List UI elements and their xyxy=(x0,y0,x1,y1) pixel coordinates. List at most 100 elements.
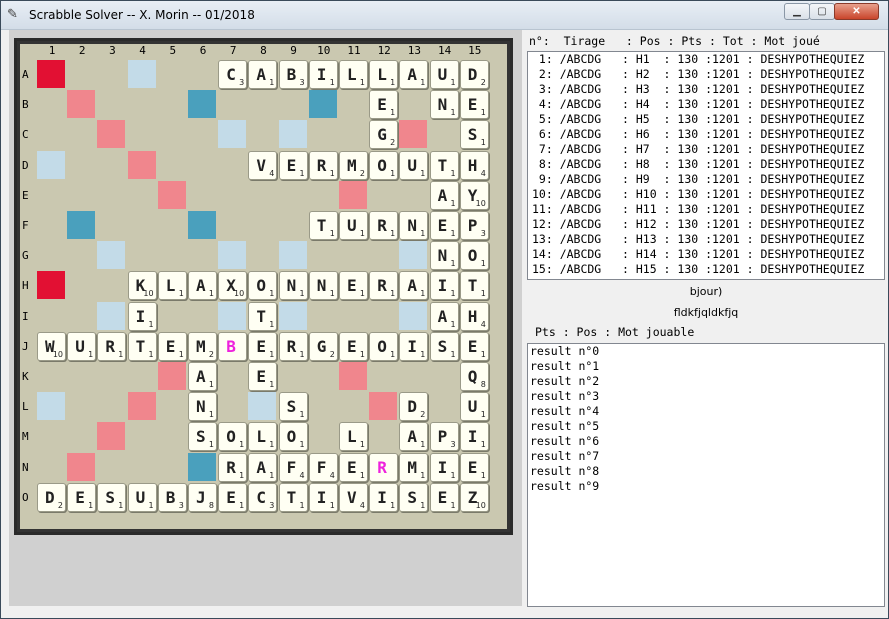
board-square[interactable] xyxy=(97,150,126,179)
board-square[interactable] xyxy=(399,241,428,270)
board-square[interactable] xyxy=(127,392,156,421)
board-square[interactable] xyxy=(157,150,186,179)
board-square[interactable] xyxy=(339,180,367,209)
board-square[interactable] xyxy=(399,180,428,209)
board-square[interactable] xyxy=(308,90,337,119)
board-square[interactable] xyxy=(37,392,65,421)
playable-row[interactable]: result n°3 xyxy=(528,389,884,404)
play-row[interactable]: 3: /ABCDG : H3 : 130 :1201 : DESHYPOTHEQ… xyxy=(528,82,884,97)
board-square[interactable] xyxy=(399,90,428,119)
minimize-button[interactable]: ▁ xyxy=(784,3,810,20)
board-square[interactable] xyxy=(37,452,65,481)
board-square[interactable] xyxy=(188,301,216,330)
play-row[interactable]: 11: /ABCDG : H11 : 130 :1201 : DESHYPOTH… xyxy=(528,202,884,217)
board-square[interactable] xyxy=(37,241,65,270)
board-square[interactable] xyxy=(67,150,96,179)
board-square[interactable] xyxy=(67,120,96,149)
board-square[interactable] xyxy=(157,180,186,209)
board-square[interactable] xyxy=(67,362,96,390)
board-square[interactable] xyxy=(278,362,307,390)
play-row[interactable]: 15: /ABCDG : H15 : 130 :1201 : DESHYPOTH… xyxy=(528,262,884,277)
board-square[interactable] xyxy=(157,241,186,270)
board-square[interactable] xyxy=(37,90,65,119)
board-square[interactable] xyxy=(188,60,216,88)
play-row[interactable]: 2: /ABCDG : H2 : 130 :1201 : DESHYPOTHEQ… xyxy=(528,67,884,82)
play-row[interactable]: 5: /ABCDG : H5 : 130 :1201 : DESHYPOTHEQ… xyxy=(528,112,884,127)
board-square[interactable] xyxy=(218,180,247,209)
play-row[interactable]: 13: /ABCDG : H13 : 130 :1201 : DESHYPOTH… xyxy=(528,232,884,247)
board-square[interactable] xyxy=(97,90,126,119)
board-square[interactable] xyxy=(127,422,156,451)
title-bar[interactable]: ✎ Scrabble Solver -- X. Morin -- 01/2018… xyxy=(1,1,888,30)
board-square[interactable] xyxy=(399,120,428,149)
playable-row[interactable]: result n°8 xyxy=(528,464,884,479)
board-square[interactable] xyxy=(67,422,96,451)
board-square[interactable] xyxy=(218,362,247,390)
board-square[interactable] xyxy=(278,90,307,119)
board-square[interactable] xyxy=(67,301,96,330)
play-row[interactable]: 4: /ABCDG : H4 : 130 :1201 : DESHYPOTHEQ… xyxy=(528,97,884,112)
board-square[interactable] xyxy=(248,211,277,239)
playable-row[interactable]: result n°9 xyxy=(528,479,884,494)
board-square[interactable] xyxy=(429,362,458,390)
play-row[interactable]: 1: /ABCDG : H1 : 130 :1201 : DESHYPOTHEQ… xyxy=(528,52,884,67)
board-square[interactable] xyxy=(97,120,126,149)
board-square[interactable] xyxy=(127,60,156,88)
board-square[interactable] xyxy=(218,301,247,330)
board-square[interactable] xyxy=(188,452,216,481)
playable-row[interactable]: result n°2 xyxy=(528,374,884,389)
board-square[interactable] xyxy=(97,241,126,270)
board-square[interactable] xyxy=(218,211,247,239)
board-square[interactable] xyxy=(278,301,307,330)
playable-row[interactable]: result n°5 xyxy=(528,419,884,434)
board-square[interactable] xyxy=(67,60,96,88)
board-square[interactable] xyxy=(218,392,247,421)
board-square[interactable] xyxy=(127,90,156,119)
board-square[interactable] xyxy=(248,120,277,149)
board-square[interactable] xyxy=(308,241,337,270)
board-square[interactable] xyxy=(37,180,65,209)
board-square[interactable] xyxy=(399,362,428,390)
board-square[interactable] xyxy=(188,180,216,209)
board-square[interactable] xyxy=(399,301,428,330)
board-square[interactable] xyxy=(37,362,65,390)
board-square[interactable] xyxy=(97,301,126,330)
board-square[interactable] xyxy=(188,241,216,270)
board-square[interactable] xyxy=(278,120,307,149)
board-square[interactable] xyxy=(278,180,307,209)
board-square[interactable] xyxy=(369,392,398,421)
board-square[interactable] xyxy=(67,271,96,300)
board-square[interactable] xyxy=(248,180,277,209)
board-square[interactable] xyxy=(157,452,186,481)
board-square[interactable] xyxy=(218,120,247,149)
board-square[interactable] xyxy=(37,211,65,239)
board-square[interactable] xyxy=(97,392,126,421)
board-square[interactable] xyxy=(369,180,398,209)
board-square[interactable] xyxy=(339,90,367,119)
board-square[interactable] xyxy=(157,90,186,119)
board-square[interactable] xyxy=(97,60,126,88)
board-square[interactable] xyxy=(339,301,367,330)
board-square[interactable] xyxy=(127,180,156,209)
board-square[interactable] xyxy=(157,211,186,239)
board-square[interactable] xyxy=(369,301,398,330)
board-square[interactable] xyxy=(97,422,126,451)
board-square[interactable] xyxy=(248,392,277,421)
board-square[interactable] xyxy=(67,241,96,270)
play-row[interactable]: 12: /ABCDG : H12 : 130 :1201 : DESHYPOTH… xyxy=(528,217,884,232)
board-square[interactable] xyxy=(97,362,126,390)
board-square[interactable] xyxy=(157,120,186,149)
board-square[interactable] xyxy=(37,301,65,330)
board-square[interactable] xyxy=(188,120,216,149)
playable-row[interactable]: result n°0 xyxy=(528,344,884,359)
board-square[interactable] xyxy=(429,120,458,149)
board-square[interactable] xyxy=(339,392,367,421)
maximize-button[interactable]: ▢ xyxy=(809,3,835,20)
board-square[interactable] xyxy=(97,211,126,239)
board-square[interactable] xyxy=(37,120,65,149)
board-square[interactable] xyxy=(308,301,337,330)
board-square[interactable] xyxy=(127,150,156,179)
board-square[interactable] xyxy=(339,120,367,149)
board-square[interactable] xyxy=(127,120,156,149)
board-square[interactable] xyxy=(308,422,337,451)
